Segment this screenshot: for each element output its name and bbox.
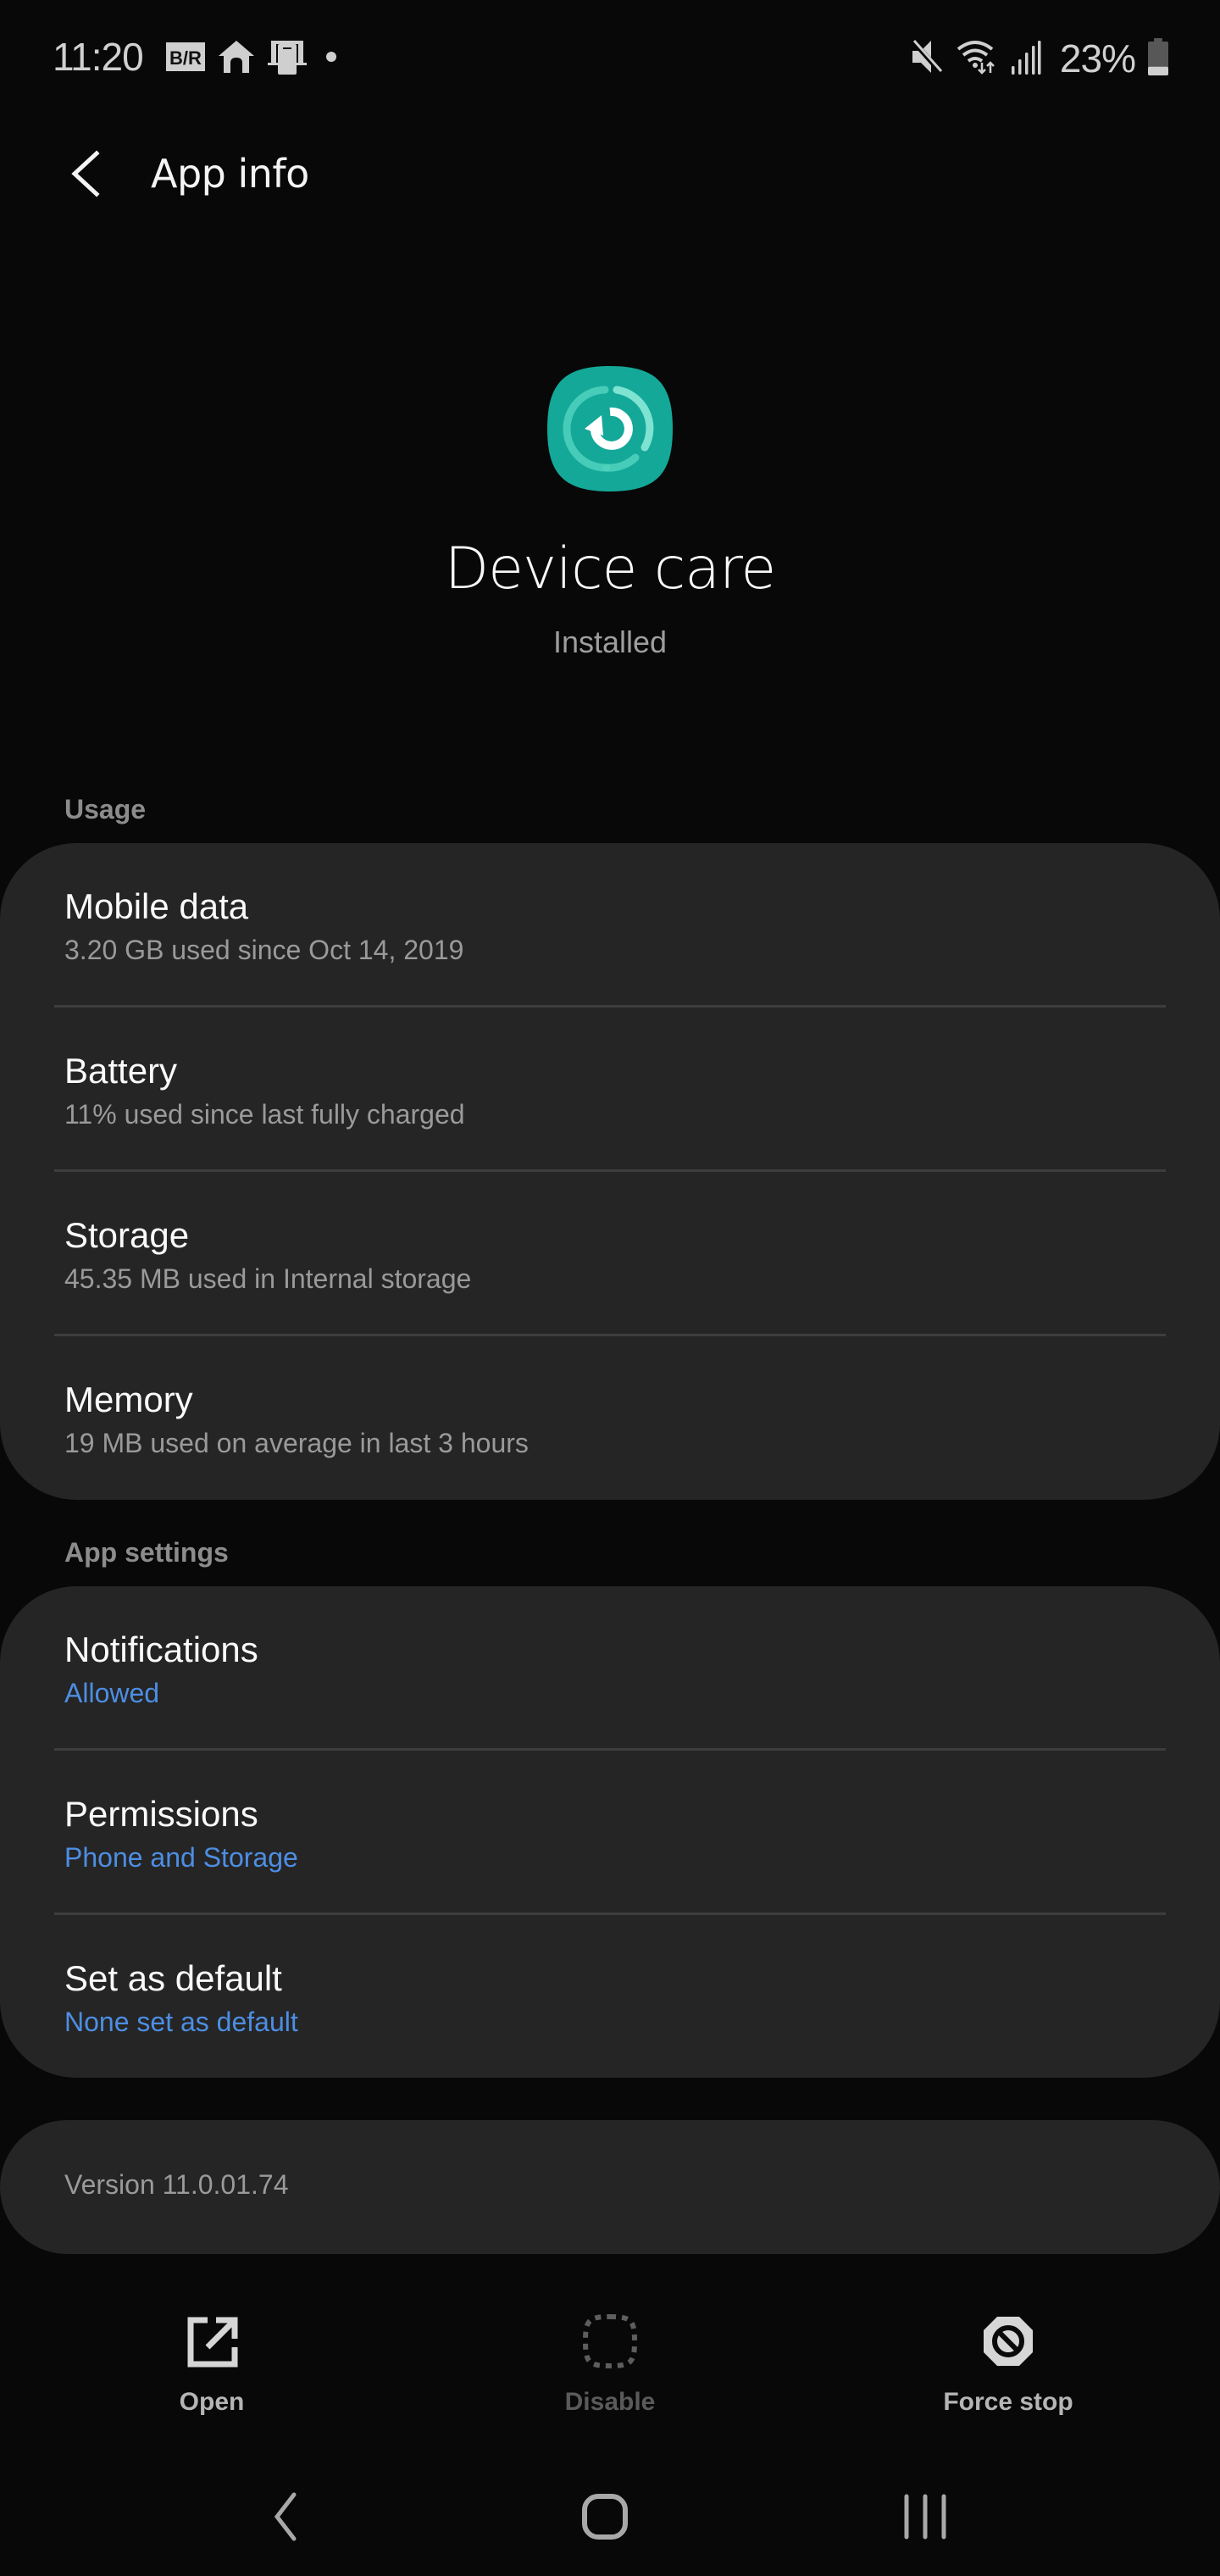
settings-item-notifications[interactable]: Notifications Allowed <box>0 1586 1220 1751</box>
disable-button[interactable]: Disable <box>483 2296 737 2423</box>
open-external-icon <box>187 2317 238 2368</box>
wifi-icon <box>957 39 999 79</box>
app-settings-section-label: App settings <box>64 1537 229 1568</box>
app-bar: App info <box>0 127 1220 220</box>
mute-icon <box>911 39 945 79</box>
nav-recents-icon <box>904 2494 946 2540</box>
nav-back-button[interactable] <box>234 2483 336 2551</box>
nav-recents-button[interactable] <box>874 2483 976 2551</box>
usage-item-title: Battery <box>64 1051 178 1091</box>
battery-icon <box>1147 37 1169 80</box>
usage-item-title: Mobile data <box>64 886 249 926</box>
version-card: Version 11.0.01.74 <box>0 2120 1220 2254</box>
dot-icon <box>319 48 344 69</box>
page-title: App info <box>151 151 309 197</box>
usage-item-subtitle: 19 MB used on average in last 3 hours <box>64 1428 529 1459</box>
status-time: 11:20 <box>53 35 144 79</box>
settings-item-subtitle: Phone and Storage <box>64 1842 298 1874</box>
usage-item-memory[interactable]: Memory 19 MB used on average in last 3 h… <box>0 1336 1220 1500</box>
app-install-status: Installed <box>552 625 668 659</box>
battery-percent: 23% <box>1059 36 1136 80</box>
status-bar: 11:20 B/R 23% <box>0 0 1220 119</box>
force-stop-label: Force stop <box>943 2388 1073 2416</box>
device-icon <box>268 39 307 79</box>
open-label: Open <box>179 2388 245 2416</box>
app-name: Device care <box>444 536 777 602</box>
usage-item-title: Storage <box>64 1215 190 1255</box>
bottom-action-bar: Open Disable Force stop <box>0 2296 1220 2423</box>
force-stop-button[interactable]: Force stop <box>881 2296 1135 2423</box>
svg-text:B/R: B/R <box>169 47 202 69</box>
usage-item-subtitle: 3.20 GB used since Oct 14, 2019 <box>64 935 464 966</box>
settings-item-title: Set as default <box>64 1958 282 1998</box>
usage-item-mobile-data[interactable]: Mobile data 3.20 GB used since Oct 14, 2… <box>0 843 1220 1008</box>
back-button[interactable] <box>59 146 110 202</box>
app-settings-card: Notifications Allowed Permissions Phone … <box>0 1586 1220 2078</box>
usage-item-title: Memory <box>64 1380 193 1419</box>
version-text: Version 11.0.01.74 <box>64 2169 289 2200</box>
signal-icon <box>1011 39 1041 79</box>
settings-item-subtitle: None set as default <box>64 2007 298 2038</box>
usage-item-subtitle: 11% used since last fully charged <box>64 1099 465 1130</box>
settings-item-permissions[interactable]: Permissions Phone and Storage <box>0 1751 1220 1915</box>
bleacher-report-icon: B/R <box>166 42 205 75</box>
settings-item-set-as-default[interactable]: Set as default None set as default <box>0 1915 1220 2078</box>
disable-icon <box>582 2313 638 2369</box>
app-header: Device care Installed <box>0 364 1220 660</box>
open-button[interactable]: Open <box>85 2296 339 2423</box>
force-stop-icon <box>984 2317 1033 2366</box>
usage-section-label: Usage <box>64 794 147 824</box>
device-care-icon <box>547 366 673 491</box>
settings-item-subtitle: Allowed <box>64 1678 160 1709</box>
navigation-bar <box>0 2457 1220 2576</box>
back-chevron-icon <box>71 150 100 197</box>
disable-label: Disable <box>564 2388 656 2416</box>
usage-item-battery[interactable]: Battery 11% used since last fully charge… <box>0 1008 1220 1172</box>
nav-home-button[interactable] <box>554 2483 656 2551</box>
usage-item-subtitle: 45.35 MB used in Internal storage <box>64 1263 472 1295</box>
status-left-icons: B/R <box>166 39 344 79</box>
nav-home-icon <box>582 2494 628 2540</box>
usage-item-storage[interactable]: Storage 45.35 MB used in Internal storag… <box>0 1172 1220 1336</box>
status-right-icons: 23% <box>911 36 1169 80</box>
nav-back-icon <box>274 2492 297 2541</box>
settings-item-title: Notifications <box>64 1629 258 1669</box>
usage-card: Mobile data 3.20 GB used since Oct 14, 2… <box>0 843 1220 1500</box>
home-icon <box>217 39 256 79</box>
settings-item-title: Permissions <box>64 1794 258 1834</box>
